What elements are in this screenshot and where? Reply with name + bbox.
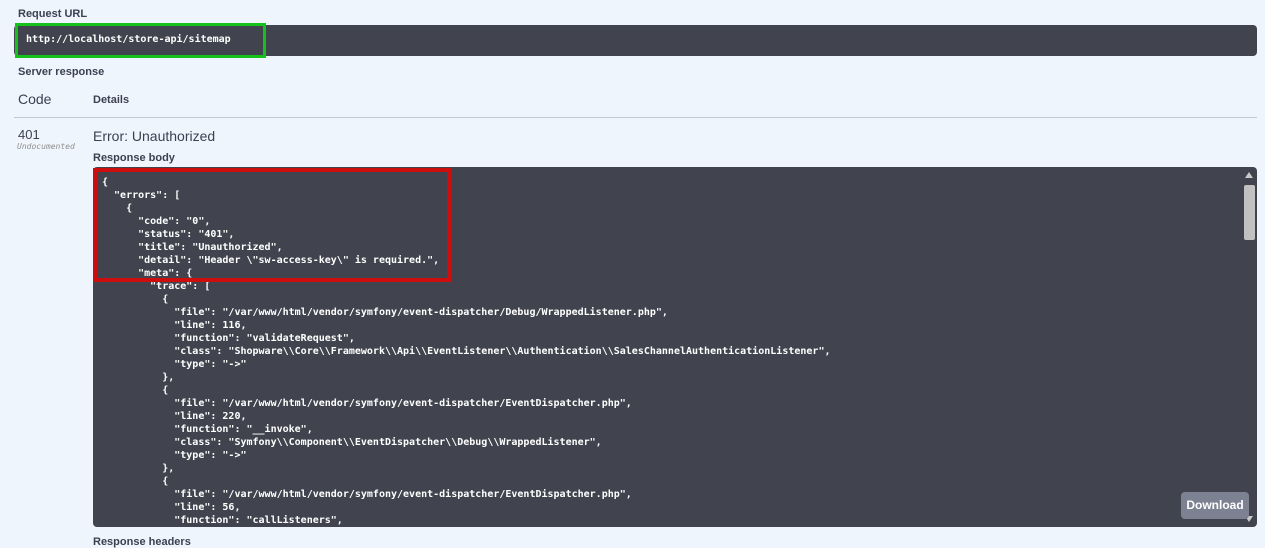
- error-highlight-box: [93, 168, 451, 282]
- scrollbar-thumb[interactable]: [1244, 185, 1255, 240]
- scroll-up-arrow-icon[interactable]: [1245, 172, 1253, 178]
- code-column-header: Code: [18, 91, 52, 107]
- server-response-label: Server response: [18, 66, 105, 78]
- download-button[interactable]: Download: [1181, 492, 1249, 519]
- url-highlight-box: [15, 23, 266, 58]
- undocumented-note: Undocumented: [17, 142, 75, 151]
- response-body-label: Response body: [93, 152, 175, 164]
- error-title: Error: Unauthorized: [93, 128, 216, 144]
- request-url-label: Request URL: [18, 8, 88, 20]
- table-divider: [14, 117, 1257, 118]
- response-status-code: 401: [18, 127, 40, 142]
- response-headers-label: Response headers: [93, 536, 191, 548]
- details-column-header: Details: [93, 94, 130, 106]
